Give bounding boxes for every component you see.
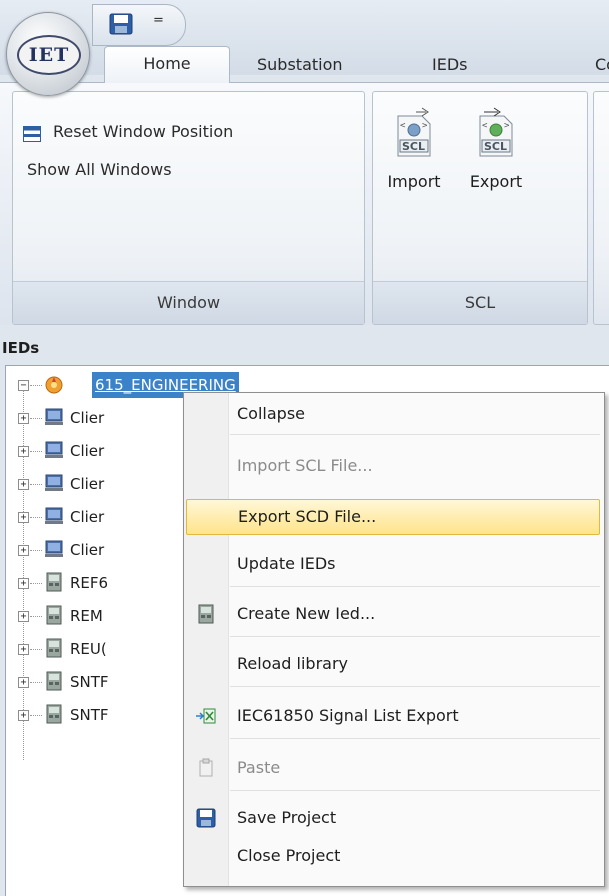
show-all-windows-button[interactable]: Show All Windows	[27, 160, 172, 179]
scl-group: < > SCL Import < > SCL Export SCL	[372, 91, 588, 325]
ied-icon	[46, 638, 62, 658]
project-icon	[45, 376, 63, 394]
next-group	[593, 91, 609, 325]
svg-text:<: <	[482, 121, 488, 131]
scl-import-icon: < > SCL	[397, 107, 431, 157]
menu-item-reload-library[interactable]: Reload library	[184, 647, 604, 681]
menu-item-close-project[interactable]: Close Project	[184, 839, 604, 873]
quick-access-toolbar: =	[92, 4, 186, 46]
save-icon[interactable]	[109, 13, 133, 35]
expand-toggle[interactable]: +	[18, 479, 29, 490]
tree-item-label: Clier	[70, 409, 105, 427]
excel-export-icon	[196, 708, 216, 724]
tree-item-label: REF6	[70, 574, 109, 592]
menu-item-collapse[interactable]: Collapse	[184, 397, 604, 431]
menu-item-label: Update IEDs	[237, 554, 336, 573]
tree-item-label: SNTF	[70, 706, 109, 724]
menu-item-label: Create New Ied...	[237, 604, 376, 623]
scl-export-icon: < > SCL	[479, 107, 513, 157]
import-button[interactable]: < > SCL Import	[375, 106, 453, 256]
window-group-label: Window	[13, 281, 364, 324]
app-menu-button[interactable]: IET	[6, 12, 90, 96]
tab-home[interactable]: Home	[104, 46, 230, 83]
expand-toggle[interactable]: +	[18, 644, 29, 655]
export-label: Export	[469, 172, 523, 191]
tab-ieds[interactable]: IEDs	[432, 48, 467, 82]
menu-item-export-scd[interactable]: Export SCD File...	[186, 499, 600, 535]
client-icon	[45, 507, 63, 524]
tree-item-label: REU(	[70, 640, 107, 658]
tree-item[interactable]: + SNTF	[6, 667, 186, 697]
app-logo: IET	[17, 35, 81, 75]
expand-toggle[interactable]: +	[18, 578, 29, 589]
ied-icon	[46, 572, 62, 592]
reset-window-position-button[interactable]: Reset Window Position	[23, 122, 234, 142]
menu-item-paste[interactable]: Paste	[184, 751, 604, 785]
tree-item-label: Clier	[70, 442, 105, 460]
tree-item[interactable]: + Clier	[6, 403, 186, 433]
export-button[interactable]: < > SCL Export	[457, 106, 535, 256]
expand-toggle[interactable]: +	[18, 611, 29, 622]
menu-item-save-project[interactable]: Save Project	[184, 801, 604, 835]
menu-item-label: Paste	[237, 758, 281, 777]
svg-text:>: >	[504, 121, 510, 131]
context-menu: Collapse Import SCL File... Export SCD F…	[183, 392, 605, 887]
expand-toggle[interactable]: +	[18, 545, 29, 556]
paste-icon	[199, 758, 213, 777]
ied-device-icon	[198, 604, 214, 624]
reset-window-position-label: Reset Window Position	[53, 122, 234, 141]
expand-toggle[interactable]: +	[18, 677, 29, 688]
ribbon-panel: Reset Window Position Show All Windows W…	[0, 82, 609, 325]
menu-item-update-ieds[interactable]: Update IEDs	[184, 547, 604, 581]
client-icon	[45, 408, 63, 425]
import-label: Import	[387, 172, 441, 191]
tab-substation[interactable]: Substation	[257, 48, 343, 82]
menu-item-label: Save Project	[237, 808, 337, 827]
save-icon	[196, 808, 216, 828]
tree-item[interactable]: + REM	[6, 601, 186, 631]
menu-item-label: Export SCD File...	[238, 507, 377, 526]
menu-item-import-scl[interactable]: Import SCL File...	[184, 449, 604, 483]
svg-text:<: <	[400, 121, 406, 131]
menu-item-label: Reload library	[237, 654, 348, 673]
menu-item-label: Import SCL File...	[237, 456, 373, 475]
tree-item-label: Clier	[70, 541, 105, 559]
svg-text:>: >	[422, 121, 428, 131]
tree-item[interactable]: + REF6	[6, 568, 186, 598]
tree-item[interactable]: + Clier	[6, 469, 186, 499]
expand-toggle[interactable]: +	[18, 413, 29, 424]
tree-item[interactable]: + Clier	[6, 535, 186, 565]
customize-toolbar-icon[interactable]: =	[153, 13, 164, 28]
window-group: Reset Window Position Show All Windows W…	[12, 91, 365, 325]
menu-item-label: IEC61850 Signal List Export	[237, 706, 459, 725]
tree-item[interactable]: + Clier	[6, 502, 186, 532]
client-icon	[45, 441, 63, 458]
tree-item-label: Clier	[70, 475, 105, 493]
svg-text:SCL: SCL	[402, 140, 425, 153]
client-icon	[45, 540, 63, 557]
tree-item[interactable]: + Clier	[6, 436, 186, 466]
window-icon	[23, 126, 41, 142]
tree-item-label: REM	[70, 607, 103, 625]
menu-item-label: Collapse	[237, 404, 305, 423]
svg-text:SCL: SCL	[484, 140, 507, 153]
client-icon	[45, 474, 63, 491]
menu-item-signal-list-export[interactable]: IEC61850 Signal List Export	[184, 699, 604, 733]
expand-toggle[interactable]: +	[18, 446, 29, 457]
tree-item[interactable]: + REU(	[6, 634, 186, 664]
ied-icon	[46, 671, 62, 691]
tree-item-label: Clier	[70, 508, 105, 526]
menu-item-create-new-ied[interactable]: Create New Ied...	[184, 597, 604, 631]
scl-group-label: SCL	[373, 281, 587, 324]
tree-item[interactable]: + SNTF	[6, 700, 186, 730]
menu-item-label: Close Project	[237, 846, 341, 865]
expand-toggle[interactable]: +	[18, 710, 29, 721]
ied-icon	[46, 605, 62, 625]
ieds-panel-title: IEDs	[0, 331, 609, 365]
expand-toggle[interactable]: +	[18, 512, 29, 523]
tree-item-label: SNTF	[70, 673, 109, 691]
tab-co[interactable]: Co	[595, 48, 609, 82]
ied-icon	[46, 704, 62, 724]
